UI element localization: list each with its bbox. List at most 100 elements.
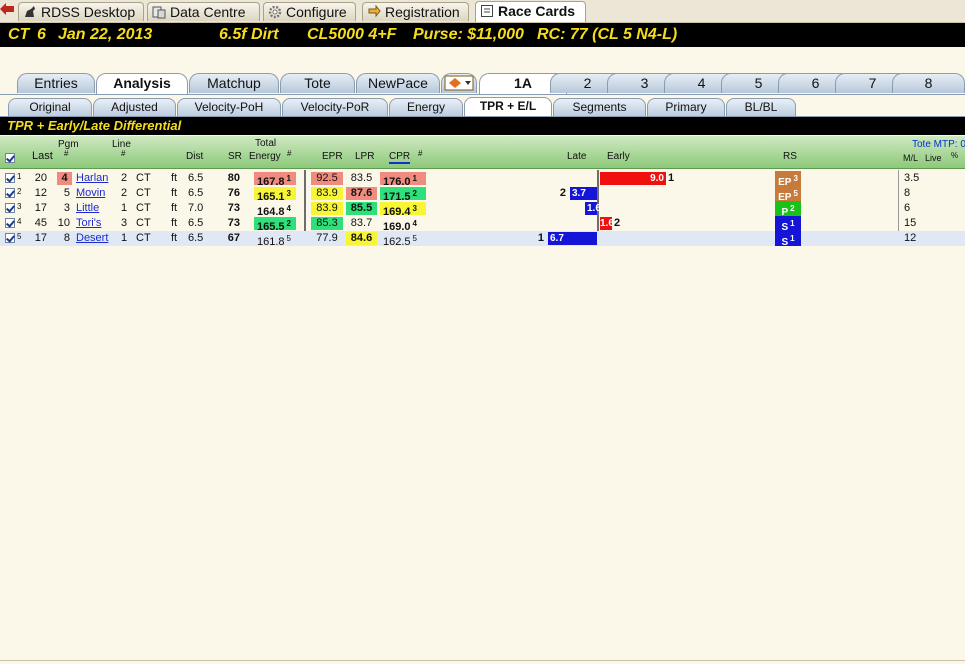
col-ml[interactable]: M/L [903,153,918,163]
cell-pgm: 5 [63,187,70,199]
row-checkbox[interactable] [5,218,15,228]
early-rank: 2 [614,217,621,229]
cell-ml: 12 [904,232,917,244]
app-tab-race-cards[interactable]: Race Cards [475,1,586,22]
running-style: S [781,237,789,248]
col-energy[interactable]: Energy [249,151,281,162]
lpr-cell: 85.5 [346,202,377,215]
col-cpr[interactable]: CPR [389,151,411,164]
cell-line: 3 [121,217,128,229]
tab-label: Analysis [113,75,171,91]
race-class: CL5000 4+F [307,26,397,43]
cell-sr: 76 [227,187,240,199]
cpr-cell: 176.0 1 [380,172,426,188]
tab-matchup[interactable]: Matchup [189,73,279,93]
col-live[interactable]: Live [925,153,942,163]
horse-name-link[interactable]: Harlan [76,171,108,186]
subtab-velocity-por[interactable]: Velocity-PoR [282,98,388,116]
cell-dist: 7.0 [188,202,204,214]
horse-name-link[interactable]: Tori's [76,216,101,231]
tab-label: 5 [754,75,763,91]
app-tab-registration[interactable]: Registration [362,2,469,21]
epr-cell: 77.9 [316,232,338,244]
subtab-velocity-poh[interactable]: Velocity-PoH [177,98,281,116]
running-style-rank: 3 [793,174,798,183]
grid-header: Last Pgm # Line # Dist SR Total Energy #… [0,136,965,169]
tab-label: 7 [868,75,877,91]
cell-last: 17 [34,232,47,244]
epr-cell: 92.5 [311,172,343,185]
col-late[interactable]: Late [567,151,586,162]
row-checkbox[interactable] [5,173,15,183]
cell-last: 12 [34,187,47,199]
col-last[interactable]: Last [32,150,53,162]
col-early[interactable]: Early [607,151,630,162]
table-row[interactable]: 5 17 8 Desert 1 CT ft 6.5 67 161.8 5 77.9 84.6 162.5 5… [0,231,965,248]
energy-rank: 1 [286,174,291,183]
horse-name-link[interactable]: Desert [76,231,108,246]
subtab-energy[interactable]: Energy [389,98,463,116]
tab-newpace[interactable]: NewPace [356,73,440,93]
horse-name-link[interactable]: Little [76,201,99,216]
running-style-rank: 1 [790,219,795,228]
table-row[interactable]: 1 20 4 Harlan 2 CT ft 6.5 80 167.8 1 92.5 83.5 176.0 1… [0,171,965,188]
tab-analysis[interactable]: Analysis [96,73,188,94]
tab-options-dropdown[interactable] [441,73,477,93]
app-tab-configure[interactable]: Configure [263,2,356,21]
app-tab-rdss-desktop[interactable]: RDSS Desktop [18,2,144,21]
running-style-badge: S1 [775,216,801,233]
late-bar: 6.7 [548,232,597,245]
col-pct: % [951,151,959,160]
col-epr[interactable]: EPR [322,151,343,162]
tab-label: Velocity-PoR [300,100,370,114]
registration-icon [368,5,381,18]
cell-unit: ft [171,172,178,184]
cell-line: 2 [121,187,128,199]
col-rs[interactable]: RS [783,151,797,162]
tab-label: Velocity-PoH [194,100,264,114]
col-lpr[interactable]: LPR [355,151,374,162]
tab-label: Adjusted [111,100,158,114]
lpr-cell: 83.7 [350,217,373,229]
row-checkbox[interactable] [5,188,15,198]
back-arrow-icon[interactable] [0,3,14,15]
app-tab-data-centre[interactable]: Data Centre [147,2,260,21]
table-row[interactable]: 3 17 3 Little 1 CT ft 7.0 73 164.8 4 83.9 85.5 169.4 3… [0,201,965,218]
cell-track: CT [136,187,151,199]
row-checkbox[interactable] [5,203,15,213]
row-checkbox[interactable] [5,233,15,243]
subtab-primary[interactable]: Primary [647,98,725,116]
tab-label: 6 [811,75,820,91]
energy-rank: 4 [286,204,291,213]
tab-label: 8 [924,75,933,91]
select-all-checkbox[interactable] [5,153,15,163]
subtab-original[interactable]: Original [8,98,92,116]
row-number: 3 [17,202,22,211]
horse-icon [25,6,35,17]
energy-value: 161.8 [257,236,285,248]
sub-tab-bar: Original Adjusted Velocity-PoH Velocity-… [0,97,965,117]
tab-label: Tote [304,75,331,91]
subtab-adjusted[interactable]: Adjusted [93,98,176,116]
cell-sr: 80 [227,172,240,184]
col-sr[interactable]: SR [228,151,242,162]
tab-race-8[interactable]: 8 [892,73,965,93]
col-dist[interactable]: Dist [186,151,203,162]
subtab-blbl[interactable]: BL/BL [726,98,796,116]
horse-name-link[interactable]: Movin [76,186,105,201]
energy-cell: 165.1 3 [254,187,296,203]
tab-tote[interactable]: Tote [280,73,355,93]
race-distance-surface: 6.5f Dirt [219,26,279,43]
table-row[interactable]: 4 45 10 Tori's 3 CT ft 6.5 73 165.5 2 85.3 83.7 169.0… [0,216,965,233]
race-info-bar: CT 6 Jan 22, 2013 6.5f Dirt CL5000 4+F P… [0,23,965,47]
app-tab-label: Configure [286,4,347,20]
cell-sr: 73 [227,217,240,229]
subtab-tpr-el[interactable]: TPR + E/L [464,97,552,116]
energy-cell: 164.8 4 [254,202,296,218]
cell-ml: 6 [904,202,911,214]
cpr-cell: 169.4 3 [380,202,426,218]
cell-pgm: 8 [63,232,70,244]
subtab-segments[interactable]: Segments [553,98,646,116]
tab-entries[interactable]: Entries [17,73,95,93]
table-row[interactable]: 2 12 5 Movin 2 CT ft 6.5 76 165.1 3 83.9 87.6 171.5 2 3… [0,186,965,203]
